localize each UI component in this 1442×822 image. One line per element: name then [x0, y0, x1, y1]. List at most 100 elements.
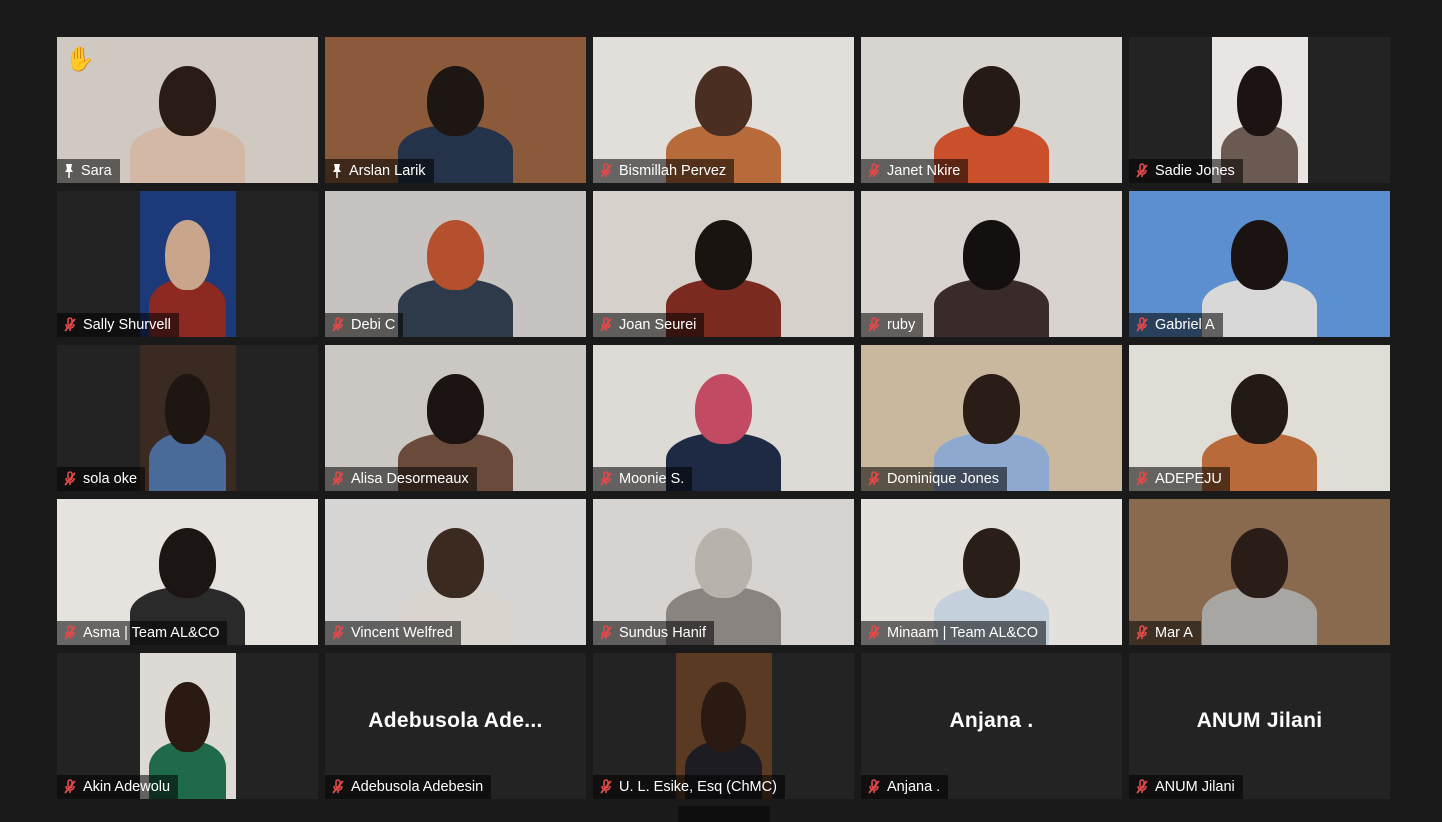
participant-name-chip: Debi C	[325, 313, 404, 337]
participant-name: Alisa Desormeaux	[351, 471, 469, 487]
participant-name-chip: Vincent Welfred	[325, 621, 461, 645]
participant-name-chip: Moonie S.	[593, 467, 693, 491]
participant-tile[interactable]: Minaam | Team AL&CO	[861, 499, 1122, 645]
participant-name-chip: Dominique Jones	[861, 467, 1008, 491]
participant-head	[1230, 528, 1289, 599]
participant-tile[interactable]: ANUM Jilani ANUM Jilani	[1129, 653, 1390, 799]
participant-name: Dominique Jones	[887, 471, 1000, 487]
mic-muted-icon	[1135, 163, 1149, 179]
participant-display-name: ANUM Jilani	[1196, 709, 1323, 732]
participant-head	[158, 66, 217, 137]
participant-name: Arslan Larik	[349, 163, 426, 179]
participant-name-chip: ADEPEJU	[1129, 467, 1230, 491]
participant-name-chip: Joan Seurei	[593, 313, 705, 337]
pin-icon	[331, 163, 343, 179]
participant-tile[interactable]: ruby	[861, 191, 1122, 337]
participant-tile[interactable]: Bismillah Pervez	[593, 37, 854, 183]
participant-name: Akin Adewolu	[83, 779, 171, 795]
participant-head	[694, 220, 753, 291]
participant-head	[962, 220, 1021, 291]
mic-muted-icon	[867, 625, 881, 641]
mic-muted-icon	[63, 625, 77, 641]
participant-tile[interactable]: Vincent Welfred	[325, 499, 586, 645]
participant-head	[426, 66, 485, 137]
participant-name-chip: ANUM Jilani	[1129, 775, 1243, 799]
participant-name: Debi C	[351, 317, 396, 333]
participant-tile[interactable]: Akin Adewolu	[57, 653, 318, 799]
participant-name: sola oke	[83, 471, 138, 487]
participant-tile[interactable]: Sundus Hanif	[593, 499, 854, 645]
participant-name: Janet Nkire	[887, 163, 961, 179]
participant-name-chip: Sundus Hanif	[593, 621, 715, 645]
participant-head	[701, 682, 746, 753]
participant-tile[interactable]: Asma | Team AL&CO	[57, 499, 318, 645]
mic-muted-icon	[599, 471, 613, 487]
participant-name-chip: ruby	[861, 313, 924, 337]
participant-name: Asma | Team AL&CO	[83, 625, 220, 641]
participant-tile[interactable]: Anjana . Anjana .	[861, 653, 1122, 799]
participant-name-chip: Sara	[57, 159, 120, 183]
participant-tile[interactable]: Sally Shurvell	[57, 191, 318, 337]
participant-head	[694, 374, 753, 445]
participant-tile[interactable]: Sadie Jones	[1129, 37, 1390, 183]
mic-muted-icon	[867, 317, 881, 333]
participant-name-chip: Arslan Larik	[325, 159, 434, 183]
participant-tile[interactable]: U. L. Esike, Esq (ChMC)	[593, 653, 854, 799]
participant-tile[interactable]: ✋ Sara	[57, 37, 318, 183]
participant-tile[interactable]: Adebusola Ade... Adebusola Adebesin	[325, 653, 586, 799]
participant-name: ruby	[887, 317, 916, 333]
participant-name-chip: Janet Nkire	[861, 159, 969, 183]
participant-name-chip: Mar A	[1129, 621, 1201, 645]
participant-head	[1230, 220, 1289, 291]
mic-muted-icon	[1135, 779, 1149, 795]
participant-tile[interactable]: Debi C	[325, 191, 586, 337]
mic-muted-icon	[867, 779, 881, 795]
participant-head	[962, 528, 1021, 599]
participant-display-name: Anjana .	[949, 709, 1034, 732]
gallery-view-grid: ✋ Sara Arslan Larik Bismillah Pervez Janet N…	[57, 37, 1390, 799]
participant-name: Gabriel A	[1155, 317, 1215, 333]
participant-name-chip: Alisa Desormeaux	[325, 467, 477, 491]
mic-muted-icon	[599, 779, 613, 795]
participant-tile[interactable]: sola oke	[57, 345, 318, 491]
participant-name-chip: Asma | Team AL&CO	[57, 621, 228, 645]
participant-tile[interactable]: Mar A	[1129, 499, 1390, 645]
participant-name-chip: Akin Adewolu	[57, 775, 179, 799]
participant-head	[694, 66, 753, 137]
participant-head	[426, 220, 485, 291]
participant-name-chip: Anjana .	[861, 775, 949, 799]
participant-name: Joan Seurei	[619, 317, 697, 333]
participant-name-chip: Adebusola Adebesin	[325, 775, 492, 799]
participant-name-chip: sola oke	[57, 467, 146, 491]
raised-hand-icon: ✋	[65, 46, 95, 73]
participant-name: Sally Shurvell	[83, 317, 171, 333]
participant-name: Sara	[81, 163, 112, 179]
participant-head	[962, 66, 1021, 137]
mic-muted-icon	[599, 625, 613, 641]
participant-tile[interactable]: Arslan Larik	[325, 37, 586, 183]
participant-video	[139, 345, 236, 491]
participant-head	[426, 374, 485, 445]
participant-head	[1230, 374, 1289, 445]
participant-name: Bismillah Pervez	[619, 163, 727, 179]
participant-head	[1237, 66, 1282, 137]
mic-muted-icon	[331, 471, 345, 487]
mic-muted-icon	[1135, 625, 1149, 641]
mic-muted-icon	[63, 779, 77, 795]
participant-head	[694, 528, 753, 599]
mic-muted-icon	[1135, 471, 1149, 487]
pin-icon	[63, 163, 75, 179]
participant-name-chip: Bismillah Pervez	[593, 159, 735, 183]
participant-name: Sundus Hanif	[619, 625, 707, 641]
mic-muted-icon	[331, 625, 345, 641]
participant-tile[interactable]: Dominique Jones	[861, 345, 1122, 491]
participant-tile[interactable]: ADEPEJU	[1129, 345, 1390, 491]
participant-tile[interactable]: Gabriel A	[1129, 191, 1390, 337]
participant-tile[interactable]: Janet Nkire	[861, 37, 1122, 183]
bottom-toolbar-handle[interactable]	[678, 806, 770, 822]
participant-name-chip: Minaam | Team AL&CO	[861, 621, 1046, 645]
participant-tile[interactable]: Alisa Desormeaux	[325, 345, 586, 491]
participant-tile[interactable]: Joan Seurei	[593, 191, 854, 337]
participant-tile[interactable]: Moonie S.	[593, 345, 854, 491]
participant-name: Anjana .	[887, 779, 941, 795]
